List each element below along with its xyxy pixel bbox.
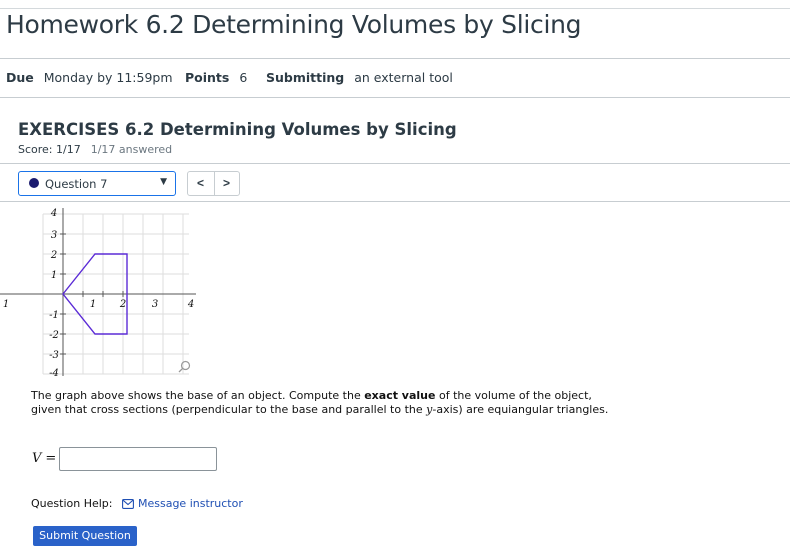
y-tick-label: -1: [49, 310, 59, 321]
x-tick-label: 1: [3, 299, 9, 310]
question-select-label: Question 7: [45, 177, 108, 191]
question-text: The graph above shows the base of an obj…: [31, 389, 611, 417]
answer-label: V =: [32, 451, 56, 466]
page-title: Homework 6.2 Determining Volumes by Slic…: [6, 10, 582, 39]
submitting-value: an external tool: [354, 70, 453, 85]
due-value: Monday by 11:59pm: [43, 70, 173, 85]
answered-text: 1/17 answered: [90, 143, 173, 156]
caret-down-icon: ▼: [160, 177, 167, 187]
points-value: 6: [239, 70, 248, 85]
question-select[interactable]: Question 7 ▼: [18, 171, 176, 196]
question-nav: < >: [187, 171, 240, 196]
question-text-part: -axis) are equiangular triangles.: [432, 403, 609, 416]
question-text-bold: exact value: [364, 389, 436, 402]
y-tick-label: -2: [49, 330, 59, 341]
y-tick-label: 4: [50, 208, 57, 219]
answer-input[interactable]: [59, 447, 217, 471]
y-tick-label: 1: [51, 270, 57, 281]
points-label: Points: [185, 70, 230, 85]
y-tick-label: 2: [50, 250, 57, 261]
prev-question-button[interactable]: <: [197, 176, 204, 190]
divider: [0, 163, 790, 164]
graph-axes: [0, 208, 196, 376]
submit-question-button[interactable]: Submit Question: [33, 526, 137, 546]
x-tick-label: 2: [119, 299, 126, 310]
submitting-info: Submitting an external tool: [266, 70, 453, 85]
status-dot-icon: [29, 178, 39, 188]
answer-eq: =: [45, 451, 57, 466]
top-divider: [0, 8, 790, 9]
exercise-title: EXERCISES 6.2 Determining Volumes by Sli…: [18, 120, 457, 139]
zoom-icon[interactable]: [178, 360, 191, 373]
envelope-icon: [122, 499, 134, 509]
submitting-label: Submitting: [266, 70, 345, 85]
y-tick-label: -4: [49, 368, 59, 376]
due-info: Due Monday by 11:59pm: [6, 70, 173, 85]
divider: [0, 97, 790, 98]
score-line: Score: 1/17 1/17 answered: [18, 143, 172, 156]
x-tick-label: 4: [187, 299, 194, 310]
divider: [214, 172, 215, 195]
base-graph: 1 1 2 3 4 4 3 2 1 -1 -2 -3 -4: [0, 208, 196, 376]
score-text: Score: 1/17: [18, 143, 81, 156]
y-tick-label: 3: [51, 230, 57, 241]
due-label: Due: [6, 70, 34, 85]
x-tick-label: 1: [90, 299, 96, 310]
points-info: Points 6: [185, 70, 247, 85]
question-text-part: The graph above shows the base of an obj…: [31, 389, 365, 402]
divider: [0, 201, 790, 202]
question-help: Question Help: Message instructor: [31, 497, 243, 510]
answer-var: V: [32, 451, 42, 466]
next-question-button[interactable]: >: [223, 176, 230, 190]
graph-tick-labels: 1 1 2 3 4 4 3 2 1 -1 -2 -3 -4: [3, 208, 194, 376]
divider: [0, 58, 790, 59]
y-tick-label: -3: [49, 350, 59, 361]
message-instructor-link[interactable]: Message instructor: [138, 497, 243, 510]
help-label: Question Help:: [31, 497, 113, 510]
x-tick-label: 3: [152, 299, 158, 310]
